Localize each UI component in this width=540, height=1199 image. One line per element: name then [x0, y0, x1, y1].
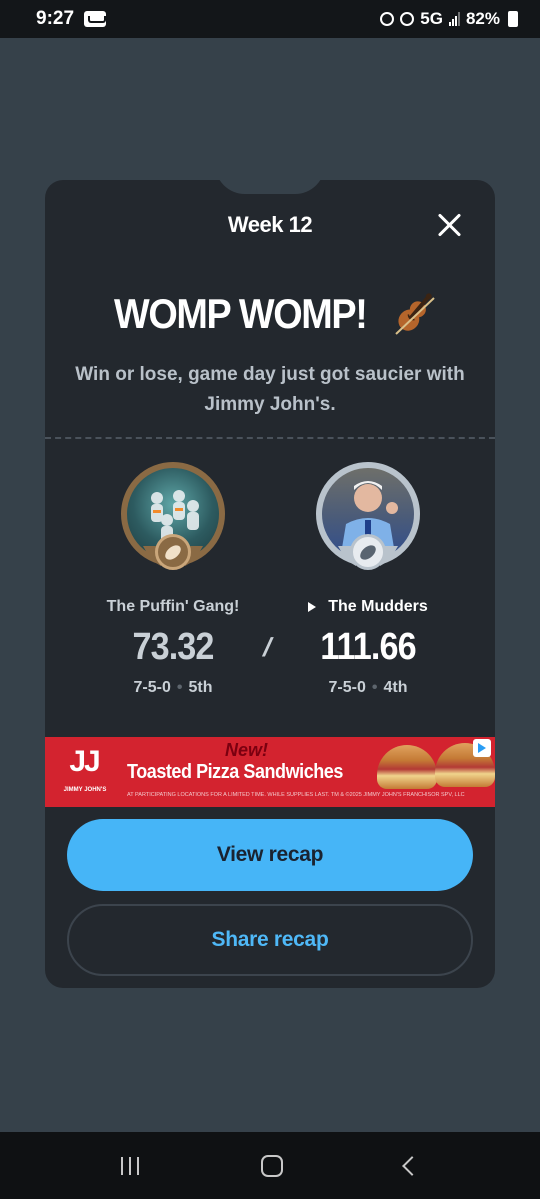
divider — [45, 437, 495, 439]
ad-fine-print: AT PARTICIPATING LOCATIONS FOR A LIMITED… — [127, 792, 465, 798]
team-score: 73.32 — [132, 626, 214, 668]
close-icon[interactable] — [435, 210, 465, 240]
alarm-icon — [400, 12, 415, 26]
ad-choices-icon[interactable] — [473, 739, 491, 757]
status-bar: 9:27 5G 82% — [0, 0, 540, 38]
play-icon — [308, 601, 317, 612]
violin-icon — [395, 293, 435, 335]
ad-title: Toasted Pizza Sandwiches — [127, 761, 343, 783]
team-name: The Mudders — [328, 598, 428, 615]
team-avatar-wrap — [121, 462, 225, 570]
share-recap-button[interactable]: Share recap — [67, 904, 473, 976]
ad-logo-sub: JIMMY JOHN'S — [63, 787, 107, 793]
status-time: 9:27 — [36, 8, 75, 29]
battery-percent: 82% — [465, 9, 500, 28]
team-record: 7-5-0 • 4th — [328, 679, 408, 696]
headline: WOMP WOMP! — [113, 290, 368, 337]
football-badge-icon — [350, 534, 386, 570]
week-result-modal: Week 12 WOMP WOMP! Win or lose, game day… — [45, 180, 495, 988]
team-score: 111.66 — [320, 626, 416, 668]
ad-logo: JJ — [69, 745, 100, 778]
team-avatar-wrap — [316, 462, 420, 570]
network-type: 5G — [420, 9, 443, 28]
data-saver-icon — [380, 12, 395, 26]
subtitle: Win or lose, game day just got saucier w… — [75, 364, 465, 415]
recent-apps-icon[interactable] — [121, 1156, 139, 1175]
view-recap-button[interactable]: View recap — [67, 819, 473, 891]
ad-new-label: New! — [225, 740, 269, 760]
modal-notch — [215, 180, 325, 194]
headline-row: WOMP WOMP! — [45, 288, 495, 340]
sandwich-image — [377, 745, 437, 789]
system-nav-bar — [0, 1132, 540, 1199]
week-title: Week 12 — [227, 212, 313, 237]
team-name-row: The Mudders — [268, 598, 468, 616]
back-icon[interactable] — [402, 1155, 422, 1176]
signal-icon — [448, 12, 460, 26]
team-name: The Puffin' Gang! — [106, 598, 240, 615]
football-badge-icon — [155, 534, 191, 570]
home-icon[interactable] — [261, 1154, 283, 1177]
team-record: 7-5-0 • 5th — [133, 679, 213, 696]
ad-banner[interactable]: JJ JIMMY JOHN'S New! Toasted Pizza Sandw… — [45, 737, 495, 807]
voicemail-icon — [84, 11, 107, 27]
team-card-left[interactable]: The Puffin' Gang! 73.32 7-5-0 • 5th — [73, 462, 273, 697]
team-card-right[interactable]: The Mudders 111.66 7-5-0 • 4th — [268, 462, 468, 697]
battery-icon — [508, 11, 518, 27]
